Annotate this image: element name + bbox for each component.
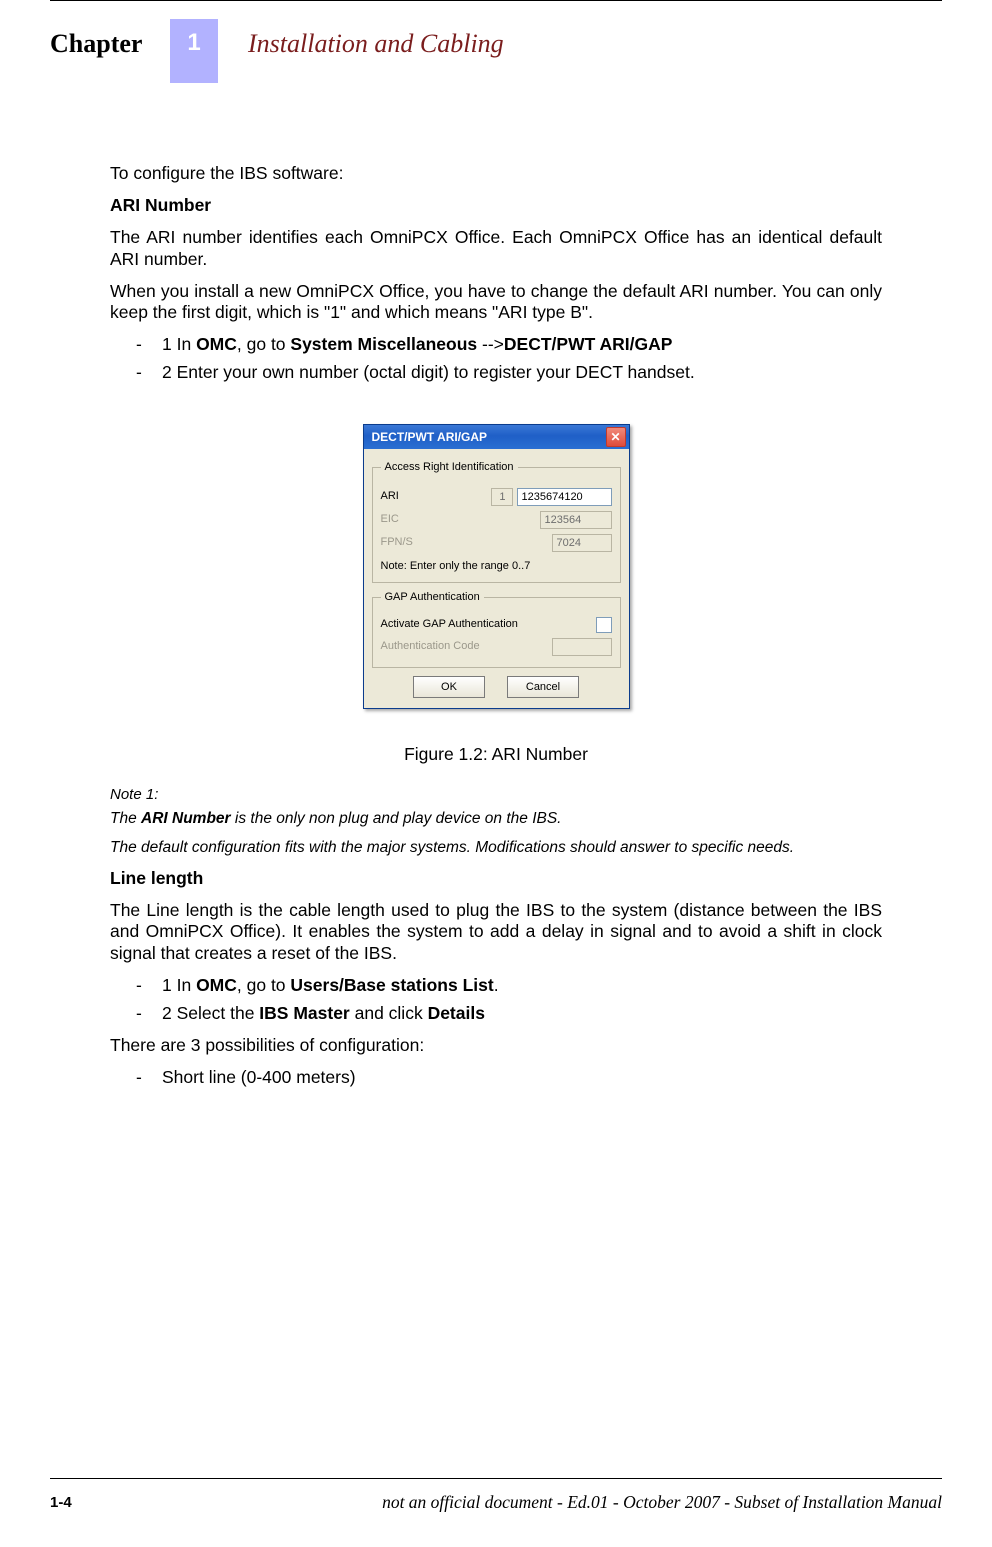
text: , go to: [237, 975, 291, 995]
text-bold: IBS Master: [259, 1003, 349, 1023]
row-ari: ARI: [381, 488, 612, 506]
footer-rule: [50, 1478, 942, 1479]
label-fpns: FPN/S: [381, 536, 413, 550]
chapter-number-box: 1: [170, 19, 218, 83]
group-gap-authentication: GAP Authentication Activate GAP Authenti…: [372, 591, 621, 669]
label-eic: EIC: [381, 513, 399, 527]
ari-field[interactable]: [517, 488, 612, 506]
line-paragraph-2: There are 3 possibilities of configurati…: [110, 1035, 882, 1057]
list-item: 1 In OMC, go to System Miscellaneous -->…: [136, 334, 882, 356]
list-item: 2 Select the IBS Master and click Detail…: [136, 1003, 882, 1025]
group-legend: GAP Authentication: [381, 591, 484, 605]
list-item: 2 Enter your own number (octal digit) to…: [136, 362, 882, 384]
chapter-title: Installation and Cabling: [248, 19, 504, 59]
range-note: Note: Enter only the range 0..7: [381, 560, 612, 574]
text: , go to: [237, 334, 291, 354]
top-rule: [50, 0, 942, 11]
heading-line-length: Line length: [110, 868, 882, 890]
ari-paragraph-1: The ARI number identifies each OmniPCX O…: [110, 227, 882, 271]
ari-paragraph-2: When you install a new OmniPCX Office, y…: [110, 281, 882, 325]
text-bold: ARI Number: [141, 810, 231, 827]
row-activate-gap: Activate GAP Authentication: [381, 617, 612, 633]
row-fpns: FPN/S: [381, 534, 612, 552]
text-bold: Details: [428, 1003, 485, 1023]
dialog-body: Access Right Identification ARI EIC FPN/: [364, 449, 629, 708]
dialog-dect-pwt-ari-gap: DECT/PWT ARI/GAP ✕ Access Right Identifi…: [363, 424, 630, 709]
chapter-label: Chapter: [50, 19, 170, 59]
text: The: [110, 810, 141, 827]
line-paragraph-1: The Line length is the cable length used…: [110, 900, 882, 966]
text: .: [494, 975, 499, 995]
list-item: Short line (0-400 meters): [136, 1067, 882, 1089]
note-line-2: The default configuration fits with the …: [110, 838, 882, 857]
text: 2 Select the: [162, 1003, 259, 1023]
note-line-1: The ARI Number is the only non plug and …: [110, 809, 882, 828]
dialog-button-row: OK Cancel: [372, 676, 621, 698]
text-bold: System Miscellaneous: [290, 334, 477, 354]
text: -->: [477, 334, 504, 354]
note-1: Note 1: The ARI Number is the only non p…: [110, 786, 882, 858]
label-activate-gap: Activate GAP Authentication: [381, 618, 518, 632]
auth-code-field: [552, 638, 612, 656]
text: and click: [350, 1003, 428, 1023]
page-content: To configure the IBS software: ARI Numbe…: [110, 163, 882, 1089]
page-footer: 1-4 not an official document - Ed.01 - O…: [0, 1492, 992, 1513]
text: 1 In: [162, 334, 196, 354]
label-ari: ARI: [381, 490, 399, 504]
footer-text: not an official document - Ed.01 - Octob…: [382, 1492, 942, 1513]
row-eic: EIC: [381, 511, 612, 529]
ari-steps-list: 1 In OMC, go to System Miscellaneous -->…: [110, 334, 882, 384]
text: is the only non plug and play device on …: [231, 810, 562, 827]
text-bold: Users/Base stations List: [290, 975, 493, 995]
list-item: 1 In OMC, go to Users/Base stations List…: [136, 975, 882, 997]
checkbox-activate-gap[interactable]: [596, 617, 612, 633]
note-header: Note 1:: [110, 786, 882, 805]
text-bold: OMC: [196, 334, 237, 354]
group-legend: Access Right Identification: [381, 461, 518, 475]
intro-text: To configure the IBS software:: [110, 163, 882, 185]
cancel-button[interactable]: Cancel: [507, 676, 579, 698]
line-steps-list: 1 In OMC, go to Users/Base stations List…: [110, 975, 882, 1025]
row-auth-code: Authentication Code: [381, 638, 612, 656]
chapter-header: Chapter 1 Installation and Cabling: [0, 19, 992, 83]
ari-prefix-field: [491, 488, 513, 506]
heading-ari-number: ARI Number: [110, 195, 882, 217]
dialog-title: DECT/PWT ARI/GAP: [372, 430, 488, 445]
figure-1-2: DECT/PWT ARI/GAP ✕ Access Right Identifi…: [110, 424, 882, 709]
group-access-right-identification: Access Right Identification ARI EIC FPN/: [372, 461, 621, 583]
figure-caption: Figure 1.2: ARI Number: [110, 744, 882, 766]
ok-button[interactable]: OK: [413, 676, 485, 698]
label-auth-code: Authentication Code: [381, 640, 480, 654]
text-bold: DECT/PWT ARI/GAP: [504, 334, 673, 354]
line-options-list: Short line (0-400 meters): [110, 1067, 882, 1089]
fpns-field: [552, 534, 612, 552]
eic-field: [540, 511, 612, 529]
text: 1 In: [162, 975, 196, 995]
page-number: 1-4: [50, 1494, 72, 1511]
close-icon[interactable]: ✕: [606, 427, 626, 447]
text-bold: OMC: [196, 975, 237, 995]
dialog-titlebar[interactable]: DECT/PWT ARI/GAP ✕: [364, 425, 629, 449]
